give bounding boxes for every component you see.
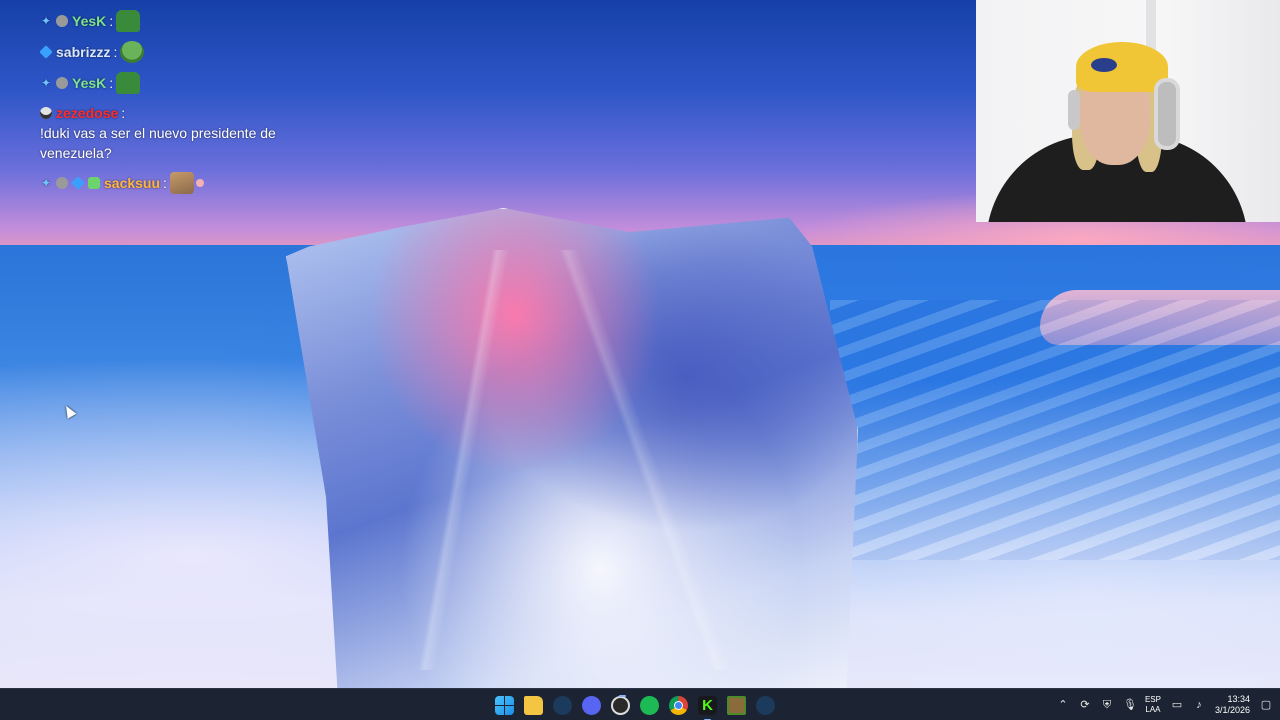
chat-username: YesK	[72, 75, 107, 91]
beanie-logo-icon	[1091, 58, 1117, 72]
mask-badge-icon	[40, 107, 52, 119]
stream-chat-overlay: ✦ YesK : sabrizzz : ✦ YesK : zezedose : …	[39, 10, 380, 203]
taskbar-app-list: K	[495, 689, 775, 720]
notification-icon[interactable]: ▢	[1260, 699, 1272, 711]
folder-icon[interactable]	[524, 695, 543, 715]
chat-separator: :	[109, 75, 114, 91]
obs-icon[interactable]	[611, 694, 630, 715]
sword-badge-icon: ✦	[40, 14, 52, 28]
cube-badge-icon	[71, 176, 85, 190]
chat-username: sabrizzz	[56, 44, 111, 60]
wallpaper-ice-shards	[830, 300, 1280, 560]
chat-separator: :	[109, 13, 114, 29]
clock[interactable]: 13:34 3/1/2026	[1215, 694, 1250, 716]
chat-message: ✦ YesK :	[40, 72, 380, 94]
volume-icon[interactable]: ♪	[1193, 699, 1205, 711]
microphone-icon[interactable]: 🎙	[1123, 699, 1137, 711]
sword-badge-icon: ✦	[40, 76, 52, 90]
chat-message: ✦ YesK :	[40, 10, 380, 32]
spotify-icon[interactable]	[640, 695, 659, 715]
pepe-emote-icon	[116, 10, 141, 32]
desktop: ✦ YesK : sabrizzz : ✦ YesK : zezedose : …	[0, 0, 1280, 720]
pepe-emote-icon	[116, 72, 141, 94]
kick-icon[interactable]: K	[698, 695, 717, 720]
sync-icon[interactable]: ⟳	[1079, 699, 1091, 711]
chat-message: sabrizzz :	[39, 41, 380, 63]
minecraft-icon[interactable]	[727, 695, 746, 715]
cat-emote-icon	[169, 172, 194, 194]
chrome-icon[interactable]	[669, 695, 688, 715]
chat-message: zezedose : !duki vas a ser el nuevo pres…	[40, 103, 380, 163]
bot-badge-icon	[88, 177, 100, 189]
sword-badge-icon: ✦	[40, 176, 52, 190]
chat-message-text: !duki vas a ser el nuevo presidente de v…	[40, 125, 276, 161]
language-code: ESP	[1144, 695, 1161, 704]
clock-time: 13:34	[1227, 694, 1250, 704]
steam-icon[interactable]	[756, 695, 775, 715]
pepe-face-emote-icon	[120, 41, 145, 63]
defender-icon[interactable]: ⛨	[1101, 699, 1113, 711]
webcam-overlay	[976, 0, 1280, 222]
chat-username: YesK	[72, 13, 107, 29]
wallpaper-ice-block	[286, 208, 858, 690]
chat-username: sacksuu	[104, 175, 161, 191]
steam-icon[interactable]	[553, 695, 572, 715]
keyboard-layout: LAA	[1145, 705, 1161, 714]
system-tray: ⌃ ⟳ ⛨ 🎙 ESP LAA ▭ ♪ 13:34 3/1/2026 ▢	[1057, 689, 1272, 720]
display-icon[interactable]: ▭	[1171, 699, 1183, 711]
headphone-icon	[1068, 90, 1080, 130]
chat-separator: :	[121, 105, 126, 121]
gray-badge-icon	[56, 77, 68, 89]
chat-message: ✦ sacksuu :	[40, 172, 380, 194]
chat-separator: :	[113, 44, 118, 60]
gray-badge-icon	[56, 177, 68, 189]
chevron-up-icon[interactable]: ⌃	[1057, 699, 1069, 711]
chat-username: zezedose	[56, 105, 119, 121]
windows-icon[interactable]	[495, 695, 514, 715]
headphone-icon	[1154, 78, 1180, 150]
discord-icon[interactable]	[582, 695, 601, 715]
small-emote-icon	[195, 179, 204, 187]
cube-badge-icon	[39, 45, 53, 59]
gray-badge-icon	[56, 15, 68, 27]
taskbar: K ⌃ ⟳ ⛨ 🎙 ESP LAA ▭ ♪ 13:34 3/1/2026 ▢	[0, 688, 1280, 720]
language-indicator[interactable]: ESP LAA	[1145, 695, 1161, 715]
clock-date: 3/1/2026	[1214, 705, 1250, 715]
chat-separator: :	[163, 175, 167, 191]
